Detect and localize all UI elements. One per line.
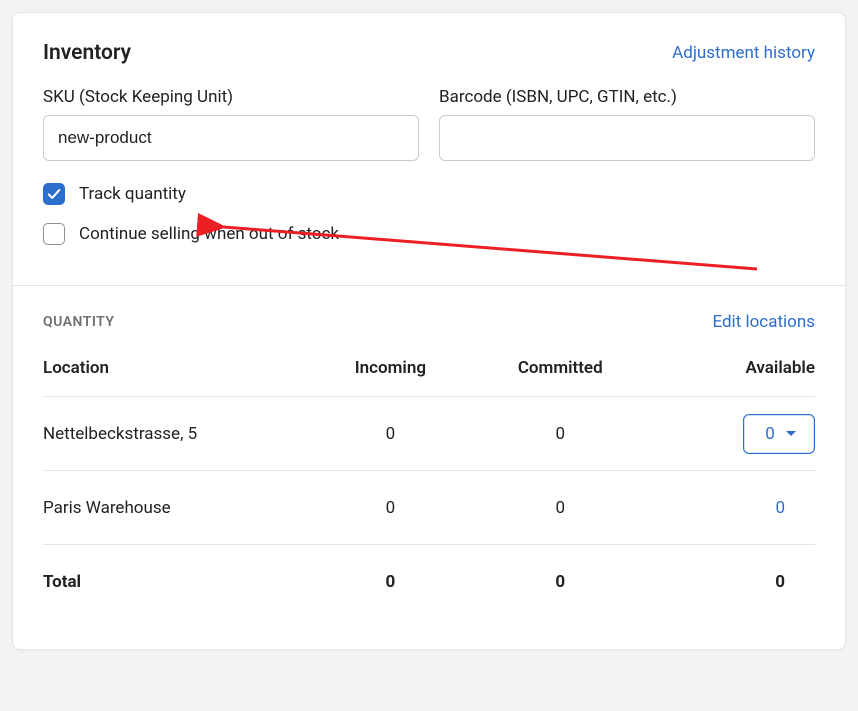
cell-available: 0 bbox=[645, 471, 815, 545]
cell-available: 0 bbox=[645, 397, 815, 471]
barcode-label: Barcode (ISBN, UPC, GTIN, etc.) bbox=[439, 87, 815, 107]
cell-location: Nettelbeckstrasse, 5 bbox=[43, 397, 305, 471]
cell-incoming: 0 bbox=[305, 471, 475, 545]
cell-location: Paris Warehouse bbox=[43, 471, 305, 545]
col-location: Location bbox=[43, 358, 305, 397]
cell-total-available: 0 bbox=[645, 545, 815, 619]
available-value: 0 bbox=[765, 424, 775, 444]
barcode-input[interactable] bbox=[439, 115, 815, 161]
quantity-table: Location Incoming Committed Available Ne… bbox=[43, 358, 815, 619]
adjustment-history-link[interactable]: Adjustment history bbox=[672, 43, 815, 63]
edit-locations-link[interactable]: Edit locations bbox=[712, 312, 815, 332]
cell-total-committed: 0 bbox=[475, 545, 645, 619]
continue-selling-checkbox[interactable] bbox=[43, 223, 65, 245]
sku-input[interactable] bbox=[43, 115, 419, 161]
quantity-title: QUANTITY bbox=[43, 314, 115, 330]
card-title: Inventory bbox=[43, 41, 131, 65]
cell-incoming: 0 bbox=[305, 397, 475, 471]
table-total-row: Total 0 0 0 bbox=[43, 545, 815, 619]
inventory-card: Inventory Adjustment history SKU (Stock … bbox=[12, 12, 846, 650]
cell-committed: 0 bbox=[475, 471, 645, 545]
col-committed: Committed bbox=[475, 358, 645, 397]
col-available: Available bbox=[645, 358, 815, 397]
track-quantity-label: Track quantity bbox=[79, 184, 186, 204]
check-icon bbox=[47, 187, 61, 201]
sku-label: SKU (Stock Keeping Unit) bbox=[43, 87, 419, 107]
track-quantity-checkbox[interactable] bbox=[43, 183, 65, 205]
continue-selling-label: Continue selling when out of stock bbox=[79, 224, 339, 244]
table-row: Paris Warehouse 0 0 0 bbox=[43, 471, 815, 545]
available-quantity-link[interactable]: 0 bbox=[775, 498, 785, 518]
chevron-down-icon bbox=[785, 430, 797, 438]
col-incoming: Incoming bbox=[305, 358, 475, 397]
available-quantity-picker[interactable]: 0 bbox=[743, 414, 815, 454]
cell-total-label: Total bbox=[43, 545, 305, 619]
cell-total-incoming: 0 bbox=[305, 545, 475, 619]
table-row: Nettelbeckstrasse, 5 0 0 0 bbox=[43, 397, 815, 471]
cell-committed: 0 bbox=[475, 397, 645, 471]
